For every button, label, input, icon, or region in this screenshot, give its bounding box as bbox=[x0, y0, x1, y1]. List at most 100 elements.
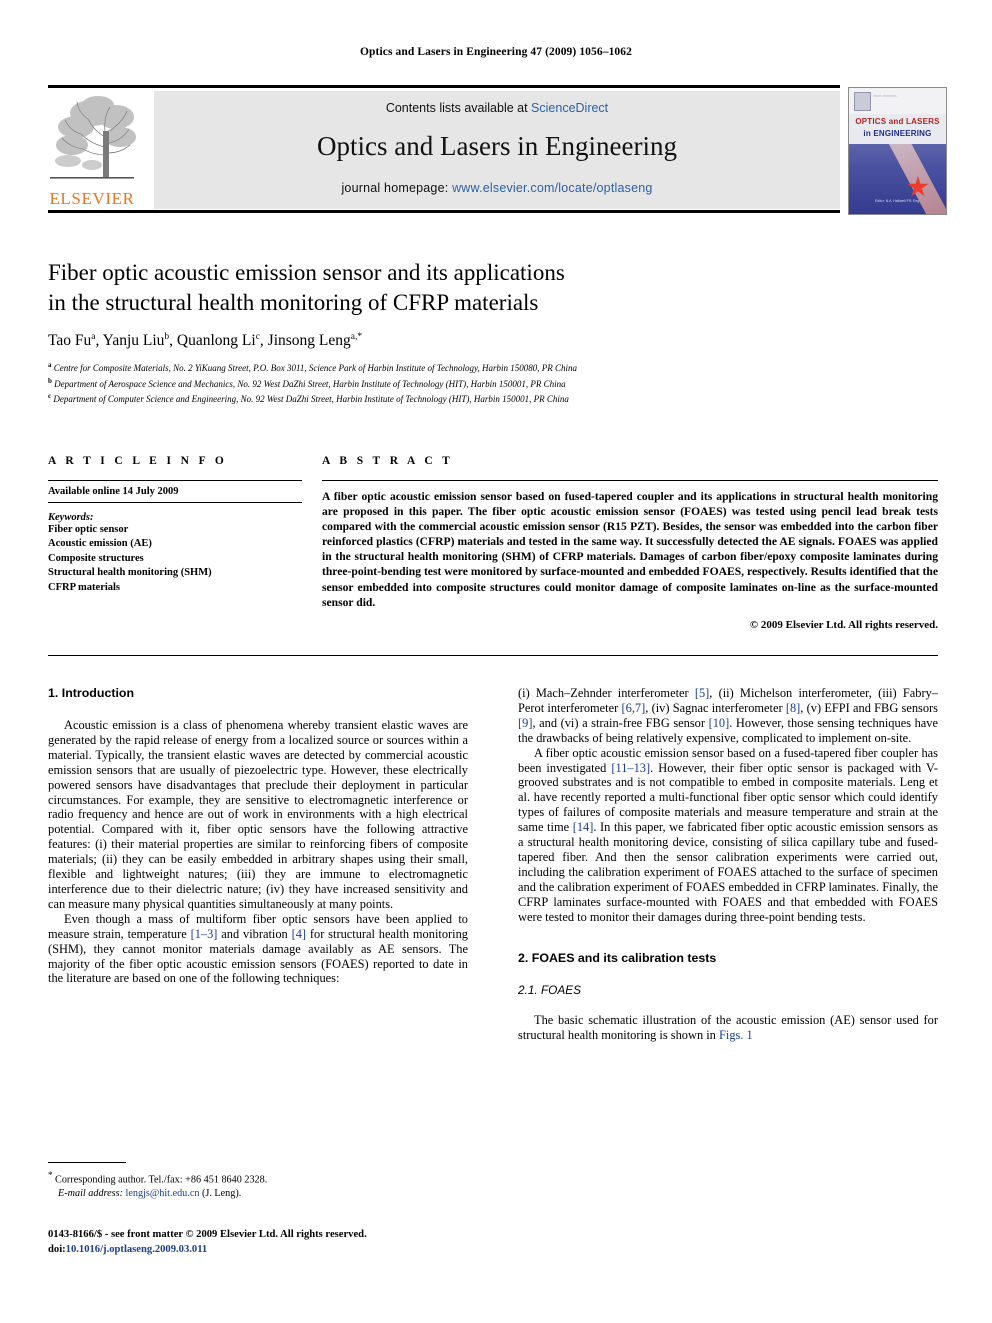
affiliation-marker: a bbox=[48, 361, 52, 370]
affiliation-item: c Department of Computer Science and Eng… bbox=[48, 390, 938, 406]
available-online-date: Available online 14 July 2009 bbox=[48, 486, 179, 497]
keyword-item: Structural health monitoring (SHM) bbox=[48, 567, 212, 579]
paragraph: The basic schematic illustration of the … bbox=[518, 1013, 938, 1043]
author-affil-marker: c bbox=[255, 332, 260, 342]
journal-homepage-line: journal homepage: www.elsevier.com/locat… bbox=[154, 181, 840, 195]
elsevier-wordmark: ELSEVIER bbox=[49, 189, 135, 208]
journal-homepage-link[interactable]: www.elsevier.com/locate/optlaseng bbox=[452, 181, 652, 195]
elsevier-tree-svg bbox=[48, 91, 136, 183]
article-info-heading: A R T I C L E I N F O bbox=[48, 455, 228, 467]
footnote-rule bbox=[48, 1162, 126, 1163]
author-name: Quanlong Li bbox=[176, 332, 256, 350]
author-name: Jinsong Leng bbox=[267, 332, 351, 350]
contents-list-line: Contents lists available at ScienceDirec… bbox=[154, 101, 840, 115]
contents-prefix: Contents lists available at bbox=[385, 101, 532, 115]
affiliation-item: a Centre for Composite Materials, No. 2 … bbox=[48, 359, 938, 375]
sciencedirect-link[interactable]: ScienceDirect bbox=[531, 101, 608, 115]
affiliation-marker: c bbox=[48, 392, 52, 401]
elsevier-tree-icon bbox=[48, 91, 136, 183]
cover-logo-chip-icon bbox=[854, 92, 871, 111]
author-affil-marker: a,* bbox=[350, 332, 363, 342]
paragraph: (i) Mach–Zehnder interferometer [5], (ii… bbox=[518, 686, 938, 746]
cover-title-line2: in ENGINEERING bbox=[863, 129, 932, 138]
cover-micro-text: ▭▭▭ ▭▭▭▭▭ bbox=[873, 94, 897, 98]
paper-page: Optics and Lasers in Engineering 47 (200… bbox=[0, 0, 992, 1323]
abstract-heading: A B S T R A C T bbox=[322, 455, 454, 467]
issn-front-matter: 0143-8166/$ - see front matter © 2009 El… bbox=[48, 1229, 367, 1240]
cover-title-line1: OPTICS and LASERS bbox=[855, 117, 940, 126]
email-label: E-mail address: bbox=[58, 1187, 123, 1199]
footnote-block: * Corresponding author. Tel./fax: +86 45… bbox=[48, 1162, 468, 1201]
body-column-left: 1. Introduction Acoustic emission is a c… bbox=[48, 686, 468, 986]
paragraph: Even though a mass of multiform fiber op… bbox=[48, 912, 468, 987]
keywords-label: Keywords: bbox=[48, 512, 94, 523]
corresponding-marker: * bbox=[48, 1170, 53, 1180]
citation-link[interactable]: [4] bbox=[292, 927, 306, 941]
abstract-rule bbox=[322, 480, 938, 481]
citation-link[interactable]: [10] bbox=[709, 716, 730, 730]
author-name: Tao Fu bbox=[48, 332, 92, 350]
homepage-prefix: journal homepage: bbox=[341, 181, 453, 195]
journal-title: Optics and Lasers in Engineering bbox=[317, 131, 677, 161]
abstract-column: A B S T R A C T A fiber optic acoustic e… bbox=[322, 455, 938, 631]
masthead-rule-bottom bbox=[48, 210, 840, 213]
email-link[interactable]: lengjs@hit.edu.cn bbox=[126, 1188, 200, 1199]
email-note: E-mail address: lengjs@hit.edu.cn (J. Le… bbox=[48, 1187, 468, 1201]
affiliation-marker: b bbox=[48, 376, 52, 385]
author-list: Tao Fua, Yanju Liub, Quanlong Lic, Jinso… bbox=[48, 332, 363, 350]
title-line-2: in the structural health monitoring of C… bbox=[48, 290, 539, 315]
doi-label: doi: bbox=[48, 1243, 66, 1255]
keyword-item: Fiber optic sensor bbox=[48, 524, 129, 535]
citation-link[interactable]: [5] bbox=[695, 686, 709, 700]
paragraph: A fiber optic acoustic emission sensor b… bbox=[518, 746, 938, 925]
body-separator-rule bbox=[48, 655, 938, 656]
citation-link[interactable]: [8] bbox=[786, 701, 800, 715]
para-text: (i) Mach–Zehnder interferometer bbox=[518, 686, 695, 700]
paragraph: Acoustic emission is a class of phenomen… bbox=[48, 718, 468, 911]
keyword-item: Composite structures bbox=[48, 552, 144, 564]
para-text: . In this paper, we fabricated fiber opt… bbox=[518, 820, 938, 924]
para-text: and vibration bbox=[217, 926, 292, 941]
corresponding-text: Corresponding author. Tel./fax: +86 451 … bbox=[55, 1174, 268, 1186]
affiliation-list: a Centre for Composite Materials, No. 2 … bbox=[48, 359, 938, 406]
abstract-copyright: © 2009 Elsevier Ltd. All rights reserved… bbox=[749, 618, 938, 631]
title-block: Fiber optic acoustic emission sensor and… bbox=[48, 258, 938, 406]
affiliation-item: b Department of Aerospace Science and Me… bbox=[48, 375, 938, 391]
doi-link[interactable]: 10.1016/j.optlaseng.2009.03.011 bbox=[66, 1244, 208, 1255]
keyword-item: Acoustic emission (AE) bbox=[48, 538, 152, 550]
subsection-heading-foaes: 2.1. FOAES bbox=[518, 982, 581, 997]
title-line-1: Fiber optic acoustic emission sensor and… bbox=[48, 260, 565, 285]
email-owner: (J. Leng). bbox=[201, 1187, 242, 1199]
cover-editor-note: Editor: N.A. Halliwell FR. Eng. bbox=[874, 199, 921, 203]
citation-link[interactable]: [14] bbox=[573, 820, 594, 834]
masthead-rule-top bbox=[48, 85, 840, 88]
elsevier-logo: ELSEVIER bbox=[48, 91, 136, 209]
citation-link[interactable]: [1–3] bbox=[191, 927, 218, 941]
imprint-block: 0143-8166/$ - see front matter © 2009 El… bbox=[48, 1228, 478, 1257]
section-heading-introduction: 1. Introduction bbox=[48, 686, 135, 700]
doi-line: doi:10.1016/j.optlaseng.2009.03.011 bbox=[48, 1243, 478, 1258]
masthead-panel: Contents lists available at ScienceDirec… bbox=[154, 91, 840, 209]
keywords-list: Fiber optic sensor Acoustic emission (AE… bbox=[48, 523, 302, 595]
section-heading-foaes: 2. FOAES and its calibration tests bbox=[518, 950, 717, 965]
article-info-column: A R T I C L E I N F O Available online 1… bbox=[48, 455, 302, 595]
body-column-right: (i) Mach–Zehnder interferometer [5], (ii… bbox=[518, 686, 938, 1043]
figure-link[interactable]: Figs. 1 bbox=[719, 1028, 753, 1042]
author-affil-marker: b bbox=[164, 332, 170, 342]
para-text: , (v) EFPI and FBG sensors bbox=[800, 700, 938, 715]
journal-masthead: ELSEVIER Contents lists available at Sci… bbox=[48, 85, 947, 215]
page-title: Fiber optic acoustic emission sensor and… bbox=[48, 258, 938, 318]
author-affil-marker: a bbox=[91, 332, 96, 342]
citation-link[interactable]: [9] bbox=[518, 716, 532, 730]
para-text: , (iv) Sagnac interferometer bbox=[645, 700, 786, 715]
citation-link[interactable]: [11–13] bbox=[611, 761, 650, 775]
affiliation-text: Department of Computer Science and Engin… bbox=[53, 394, 569, 405]
affiliation-text: Department of Aerospace Science and Mech… bbox=[54, 378, 566, 389]
corresponding-author-note: * Corresponding author. Tel./fax: +86 45… bbox=[48, 1169, 468, 1187]
running-head: Optics and Lasers in Engineering 47 (200… bbox=[360, 46, 632, 58]
author-name: Yanju Liu bbox=[102, 332, 165, 350]
abstract-text: A fiber optic acoustic emission sensor b… bbox=[322, 490, 938, 609]
citation-link[interactable]: [6,7] bbox=[622, 701, 646, 715]
keyword-item: CFRP materials bbox=[48, 581, 121, 593]
para-text: , and (vi) a strain-free FBG sensor bbox=[532, 715, 709, 730]
